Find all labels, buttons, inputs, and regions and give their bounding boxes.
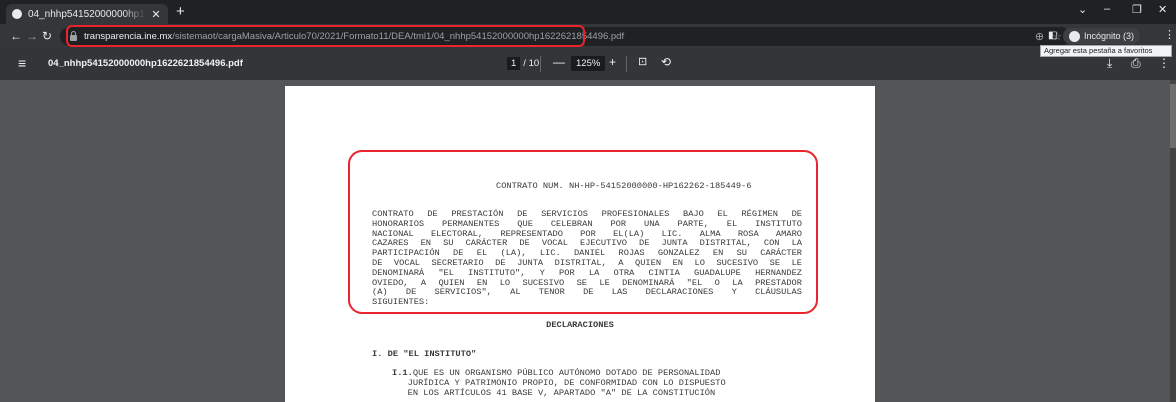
toolbar-divider xyxy=(540,56,541,72)
globe-icon xyxy=(12,9,22,19)
pdf-toolbar: ≡ 04_nhhp54152000000hp1622621854496.pdf … xyxy=(0,48,1176,80)
reload-icon[interactable]: ↻ xyxy=(42,28,52,44)
tab-strip: 04_nhhp54152000000hp162262 ✕ + ⌄ – ❐ ✕ xyxy=(0,0,1176,24)
declaraciones-heading: DECLARACIONES xyxy=(546,320,614,330)
print-icon[interactable]: ⎙ xyxy=(1131,56,1141,71)
close-window-button[interactable]: ✕ xyxy=(1158,3,1167,16)
scrollbar[interactable] xyxy=(1170,80,1176,402)
zoom-in-icon[interactable]: + xyxy=(609,55,616,69)
incognito-indicator[interactable]: Incógnito (3) xyxy=(1063,28,1141,44)
minimize-button[interactable]: – xyxy=(1104,3,1110,15)
paragraph-highlight-annotation xyxy=(348,150,818,314)
section-heading: I. DE "EL INSTITUTO" xyxy=(372,349,477,359)
page-number-input[interactable]: 1 xyxy=(507,57,521,70)
browser-menu-icon[interactable]: ⋮ xyxy=(1164,28,1175,41)
page-indicator: 1 / 10 xyxy=(507,57,539,70)
zoom-out-icon[interactable]: — xyxy=(553,55,565,69)
close-tab-icon[interactable]: ✕ xyxy=(150,8,162,21)
clause-i1: I.1.QUE ES UN ORGANISMO PÚBLICO AUTÓNOMO… xyxy=(392,368,802,398)
side-panel-icon[interactable]: ◧ xyxy=(1048,28,1057,44)
browser-tab[interactable]: 04_nhhp54152000000hp162262 ✕ xyxy=(6,4,168,24)
tab-search-button[interactable]: ⌄ xyxy=(1078,3,1087,16)
forward-icon[interactable]: → xyxy=(26,28,38,44)
fit-page-icon[interactable]: ⊡ xyxy=(638,55,647,68)
incognito-icon xyxy=(1069,30,1080,42)
rotate-icon[interactable]: ⟲ xyxy=(661,55,671,69)
toolbar-divider xyxy=(626,56,627,72)
zoom-input[interactable]: 125% xyxy=(571,56,606,71)
download-icon[interactable]: ⤓ xyxy=(1107,56,1112,71)
clause-line: QUE ES UN ORGANISMO PÚBLICO AUTÓNOMO DOT… xyxy=(412,368,721,378)
back-icon[interactable]: ← xyxy=(10,28,22,44)
restore-button[interactable]: ❐ xyxy=(1132,3,1142,16)
url-highlight-annotation xyxy=(66,25,585,47)
scrollbar-thumb[interactable] xyxy=(1170,84,1176,148)
clause-number: I.1. xyxy=(392,368,413,378)
hamburger-menu-icon[interactable]: ≡ xyxy=(18,55,26,71)
pdf-file-title: 04_nhhp54152000000hp1622621854496.pdf xyxy=(48,58,243,69)
tab-title: 04_nhhp54152000000hp162262 xyxy=(28,8,146,20)
zoom-icon[interactable]: ⊕ xyxy=(1035,30,1044,43)
incognito-label: Incógnito (3) xyxy=(1084,31,1135,41)
page-total: / 10 xyxy=(523,58,540,69)
new-tab-button[interactable]: + xyxy=(176,4,185,20)
clause-line: EN LOS ARTÍCULOS 41 BASE V, APARTADO "A"… xyxy=(392,387,716,398)
more-actions-icon[interactable]: ⋮ xyxy=(1158,56,1170,70)
bookmark-tooltip: Agregar esta pestaña a favoritos xyxy=(1040,45,1172,57)
